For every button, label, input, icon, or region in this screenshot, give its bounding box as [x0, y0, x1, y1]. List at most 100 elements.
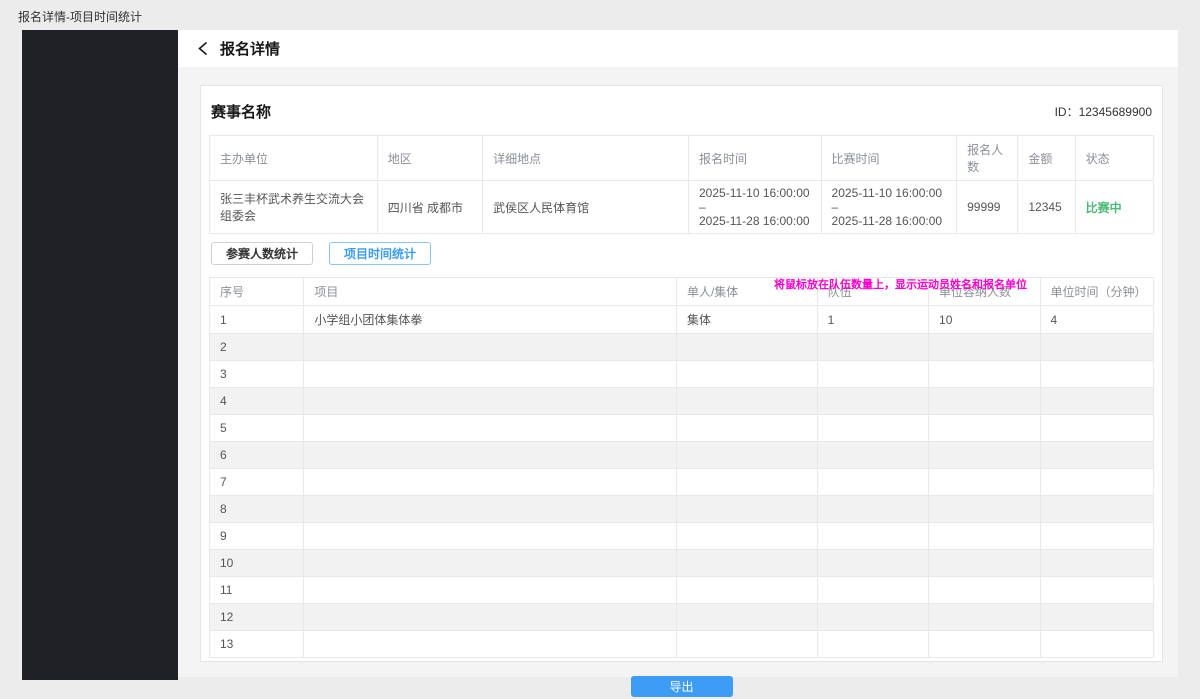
- cell: [817, 442, 928, 469]
- column-header: 报名时间: [689, 136, 822, 181]
- table-row: 10: [210, 550, 1154, 577]
- cell: [929, 550, 1040, 577]
- cell: 4: [1040, 306, 1154, 334]
- cell: [1040, 361, 1154, 388]
- column-header: 项目: [304, 278, 677, 306]
- cell: 1: [210, 306, 304, 334]
- tab-project-time[interactable]: 项目时间统计: [329, 242, 431, 265]
- team-count-cell[interactable]: 1: [817, 306, 928, 334]
- cell: 2025-11-10 16:00:00 – 2025-11-28 16:00:0…: [689, 181, 822, 234]
- cell: 四川省 成都市: [377, 181, 482, 234]
- cell: [817, 577, 928, 604]
- cell: [304, 361, 677, 388]
- tab-bar: 参赛人数统计 项目时间统计: [211, 242, 1154, 265]
- cell: [304, 523, 677, 550]
- cell: [929, 415, 1040, 442]
- cell: [929, 388, 1040, 415]
- status-badge: 比赛中: [1075, 181, 1153, 234]
- cell: [676, 604, 817, 631]
- cell: [1040, 523, 1154, 550]
- cell: [676, 523, 817, 550]
- event-card: 赛事名称 ID：12345689900 主办单位地区详细地点报名时间比赛时间报名…: [200, 85, 1163, 662]
- cell: [676, 577, 817, 604]
- table-row: 11: [210, 577, 1154, 604]
- sidebar: [22, 30, 178, 680]
- cell: 7: [210, 469, 304, 496]
- event-id-value: 12345689900: [1079, 105, 1152, 119]
- cell: [817, 604, 928, 631]
- cell: 4: [210, 388, 304, 415]
- event-id: ID：12345689900: [1055, 103, 1152, 120]
- cell: [676, 388, 817, 415]
- table-row: 6: [210, 442, 1154, 469]
- cell: 99999: [957, 181, 1018, 234]
- header-row: 主办单位地区详细地点报名时间比赛时间报名人数金额状态: [210, 136, 1154, 181]
- cell: 3: [210, 361, 304, 388]
- cell: [676, 550, 817, 577]
- column-header: 详细地点: [483, 136, 689, 181]
- cell: [676, 631, 817, 658]
- cell: [929, 361, 1040, 388]
- back-button[interactable]: [197, 41, 209, 56]
- table-row: 8: [210, 496, 1154, 523]
- cell: [817, 496, 928, 523]
- cell: [1040, 469, 1154, 496]
- cell: [817, 631, 928, 658]
- cell: [1040, 550, 1154, 577]
- cell: [304, 631, 677, 658]
- cell: [929, 577, 1040, 604]
- cell: [676, 442, 817, 469]
- cell: [304, 442, 677, 469]
- table-row: 3: [210, 361, 1154, 388]
- table-row: 2: [210, 334, 1154, 361]
- cell: 11: [210, 577, 304, 604]
- cell: [304, 550, 677, 577]
- cell: 5: [210, 415, 304, 442]
- annotation-note: 将鼠标放在队伍数量上，显示运动员姓名和报名单位: [774, 276, 1027, 292]
- table-row: 4: [210, 388, 1154, 415]
- cell: 张三丰杯武术养生交流大会组委会: [210, 181, 378, 234]
- cell: [1040, 496, 1154, 523]
- chevron-left-icon: [197, 41, 209, 56]
- cell: 6: [210, 442, 304, 469]
- table-row: 12: [210, 604, 1154, 631]
- cell: [1040, 631, 1154, 658]
- cell: 10: [929, 306, 1040, 334]
- page-title: 报名详情: [220, 38, 280, 59]
- window-title: 报名详情-项目时间统计: [18, 8, 142, 25]
- cell: 8: [210, 496, 304, 523]
- cell: [1040, 577, 1154, 604]
- cell: 2: [210, 334, 304, 361]
- column-header: 状态: [1075, 136, 1153, 181]
- cell: 小学组小团体集体拳: [304, 306, 677, 334]
- cell: 13: [210, 631, 304, 658]
- cell: [304, 415, 677, 442]
- column-header: 金额: [1018, 136, 1075, 181]
- tab-participant-count[interactable]: 参赛人数统计: [211, 242, 313, 265]
- column-header: 报名人数: [957, 136, 1018, 181]
- cell: [929, 496, 1040, 523]
- export-button[interactable]: 导出: [631, 676, 733, 697]
- event-card-title: 赛事名称: [211, 101, 271, 122]
- cell: [929, 523, 1040, 550]
- cell: [304, 604, 677, 631]
- cell: [1040, 442, 1154, 469]
- cell: [817, 334, 928, 361]
- cell: [676, 469, 817, 496]
- table-row: 5: [210, 415, 1154, 442]
- cell: [1040, 388, 1154, 415]
- table-row: 13: [210, 631, 1154, 658]
- cell: [304, 496, 677, 523]
- column-header: 比赛时间: [821, 136, 957, 181]
- table-row: 张三丰杯武术养生交流大会组委会四川省 成都市武侯区人民体育馆2025-11-10…: [210, 181, 1154, 234]
- column-header: 单位时间（分钟）: [1040, 278, 1154, 306]
- table-row: 1小学组小团体集体拳集体1104: [210, 306, 1154, 334]
- cell: [929, 631, 1040, 658]
- cell: [929, 334, 1040, 361]
- event-id-label: ID：: [1055, 105, 1079, 119]
- cell: [304, 388, 677, 415]
- cell: 10: [210, 550, 304, 577]
- export-row: 导出: [209, 676, 1154, 697]
- cell: [817, 469, 928, 496]
- event-info-table: 主办单位地区详细地点报名时间比赛时间报名人数金额状态张三丰杯武术养生交流大会组委…: [209, 135, 1154, 234]
